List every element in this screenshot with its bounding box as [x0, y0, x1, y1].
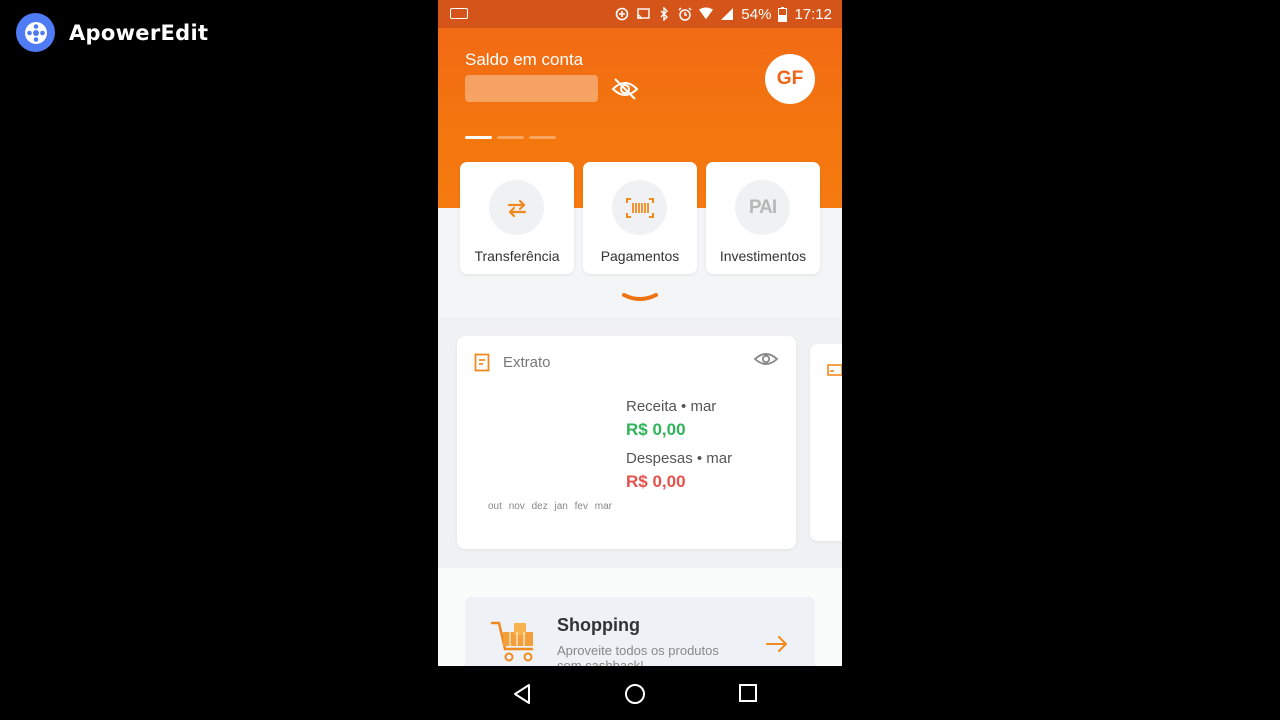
- data-saver-icon: [616, 7, 629, 21]
- home-icon[interactable]: [624, 683, 646, 705]
- month-label: dez: [531, 501, 548, 512]
- investments-button[interactable]: PAI Investimentos: [706, 162, 820, 274]
- transfer-icon: [489, 180, 544, 235]
- month-axis: out nov dez jan fev mar: [488, 501, 616, 512]
- expenses-value: R$ 0,00: [626, 472, 686, 491]
- navigation-bar: [438, 666, 842, 720]
- avatar[interactable]: GF: [765, 54, 815, 104]
- signal-icon: [721, 8, 734, 20]
- month-label: jan: [554, 501, 568, 512]
- shopping-cart-icon: [490, 621, 534, 662]
- eye-off-icon[interactable]: [610, 76, 640, 102]
- recents-icon[interactable]: [738, 683, 758, 703]
- status-bar: 54% 17:12: [438, 0, 842, 28]
- payments-button[interactable]: Pagamentos: [583, 162, 697, 274]
- carousel-dot: [497, 136, 524, 139]
- shopping-subtitle: Aproveite todos os produtos com cashback…: [557, 643, 719, 666]
- expenses-label: Despesas • mar: [626, 450, 733, 467]
- pai-logo-icon: PAI: [735, 180, 790, 235]
- clock: 17:12: [794, 5, 832, 23]
- shopping-title: Shopping: [557, 615, 640, 635]
- watermark-text: ApowerEdit: [69, 20, 209, 45]
- next-card-peek[interactable]: [810, 344, 842, 541]
- alarm-icon: [678, 7, 692, 21]
- carousel-dot: [465, 136, 492, 139]
- carousel-dot: [529, 136, 556, 139]
- battery-icon: [778, 6, 788, 22]
- extrato-title: Extrato: [503, 354, 551, 371]
- expand-chevron-icon[interactable]: [621, 292, 659, 304]
- back-icon[interactable]: [512, 683, 532, 705]
- income-value: R$ 0,00: [626, 420, 686, 439]
- income-label: Receita • mar: [626, 398, 717, 415]
- bluetooth-icon: [660, 7, 669, 21]
- receipt-icon: [474, 353, 490, 372]
- apoweredit-logo-icon: [16, 13, 55, 52]
- month-label: fev: [574, 501, 588, 512]
- transfer-label: Transferência: [474, 248, 560, 264]
- month-label: mar: [594, 501, 612, 512]
- arrow-right-icon[interactable]: [765, 635, 789, 653]
- carousel-indicator: [465, 136, 556, 139]
- battery-percent: 54%: [741, 5, 772, 23]
- phone-screen: 54% 17:12 Saldo em conta GF Transferênci…: [438, 0, 842, 666]
- month-label: nov: [508, 501, 525, 512]
- recording-icon: [450, 8, 468, 19]
- payments-label: Pagamentos: [600, 248, 680, 264]
- transfer-button[interactable]: Transferência: [460, 162, 574, 274]
- barcode-icon: [612, 180, 667, 235]
- wifi-icon: [699, 7, 714, 20]
- month-label: out: [488, 501, 502, 512]
- extrato-card[interactable]: Extrato Receita • mar R$ 0,00 Despesas •…: [457, 336, 796, 549]
- shopping-banner[interactable]: Shopping Aproveite todos os produtos com…: [465, 597, 815, 666]
- card-icon: [827, 364, 842, 376]
- hidden-balance-value: [465, 75, 598, 102]
- investments-label: Investimentos: [719, 248, 807, 264]
- cast-icon: [637, 8, 651, 20]
- balance-label: Saldo em conta: [465, 50, 584, 69]
- apoweredit-watermark: ApowerEdit: [16, 13, 208, 52]
- eye-icon[interactable]: [753, 350, 779, 368]
